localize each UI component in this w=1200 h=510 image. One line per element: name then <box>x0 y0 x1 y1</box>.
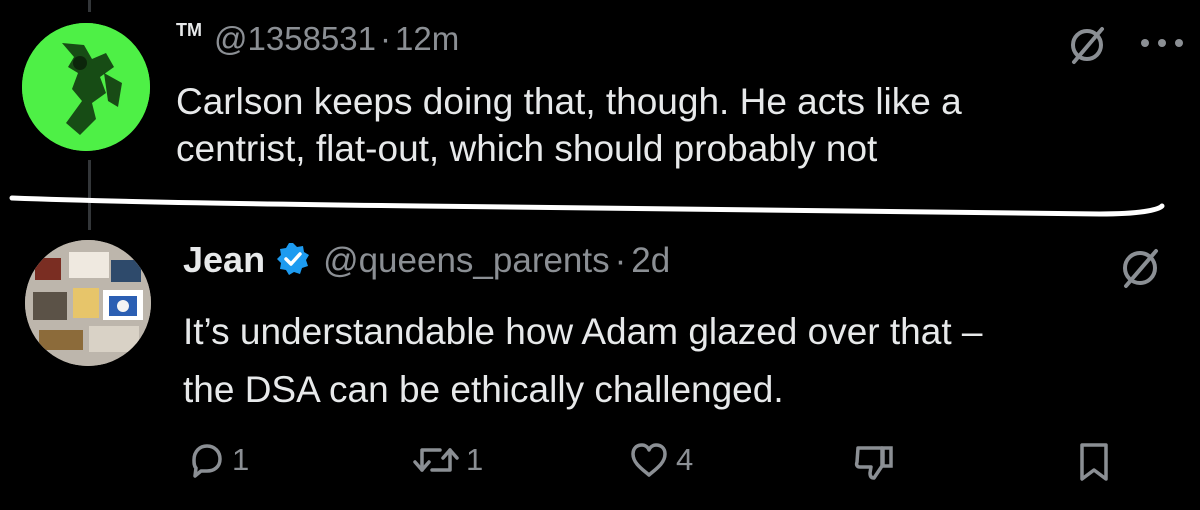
tweet-1-handle[interactable]: @1358531 <box>214 20 376 58</box>
like-icon <box>631 443 667 477</box>
tweet-1-more-icon[interactable] <box>1138 36 1186 50</box>
dislike-button[interactable] <box>852 440 902 484</box>
tweet-1-avatar[interactable] <box>22 23 150 151</box>
photo-avatar-icon <box>25 240 151 366</box>
thread-line-top <box>88 0 91 12</box>
tweet-2-text-line-2: the DSA can be ethically challenged. <box>183 369 784 410</box>
like-button[interactable]: 4 <box>628 440 693 480</box>
reply-count: 1 <box>232 442 250 477</box>
tweet-2-text: It’s understandable how Adam glazed over… <box>183 303 982 419</box>
green-figure-avatar-icon <box>22 23 150 151</box>
retweet-count: 1 <box>466 442 484 477</box>
reply-icon <box>192 444 222 478</box>
like-count: 4 <box>676 442 694 477</box>
tweet-1-time[interactable]: 12m <box>395 20 459 58</box>
tweet-1-text-line-2: centrist, flat-out, which should probabl… <box>176 128 878 169</box>
tweet-2-text-line-1: It’s understandable how Adam glazed over… <box>183 311 983 352</box>
tweet-1-text: Carlson keeps doing that, though. He act… <box>176 78 962 172</box>
verified-badge-icon <box>277 243 310 275</box>
tweet-2-separator: · <box>614 241 627 280</box>
tweet-1-grok-icon[interactable] <box>1066 24 1108 66</box>
bookmark-button[interactable] <box>1074 440 1120 484</box>
tweet-2-header: Jean @queens_parents · 2d <box>183 236 670 281</box>
tweet-1-header: TM @1358531 · 12m <box>176 20 459 60</box>
tweet-2-display-name[interactable]: Jean <box>183 239 265 281</box>
retweet-icon <box>413 448 459 472</box>
tweet-2-avatar[interactable] <box>25 240 151 366</box>
tweet-1-text-line-1: Carlson keeps doing that, though. He act… <box>176 81 962 122</box>
dislike-icon <box>854 446 893 480</box>
tweet-1-separator: · <box>379 20 391 57</box>
white-divider-line <box>9 195 1165 217</box>
tweet-2-time[interactable]: 2d <box>631 241 670 281</box>
tweet-1-display-name[interactable]: TM <box>176 20 202 41</box>
tweet-2-grok-icon[interactable] <box>1118 246 1162 290</box>
tweet-2-handle[interactable]: @queens_parents <box>323 241 610 281</box>
reply-button[interactable]: 1 <box>186 440 249 480</box>
bookmark-icon <box>1080 443 1108 481</box>
retweet-button[interactable]: 1 <box>412 440 483 480</box>
